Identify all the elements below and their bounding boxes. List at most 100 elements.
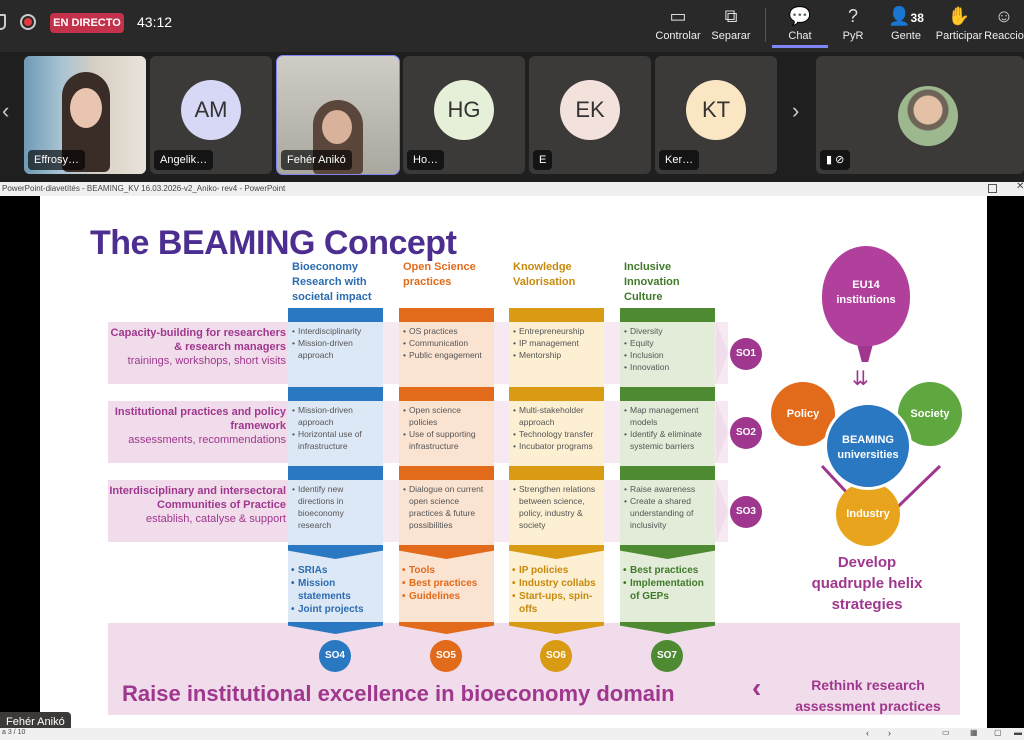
- participant-name: Angelik…: [154, 150, 214, 170]
- result-item: Start-ups, spin-offs: [512, 590, 600, 616]
- ppt-status-bar: a 3 / 10 ‹ › ▭ ▦ ▢ ▬: [0, 728, 1024, 740]
- cell-item: Mission-driven approach: [292, 404, 379, 428]
- popout-icon: ⧉: [724, 6, 738, 26]
- participant-tile[interactable]: HG Ho…: [403, 56, 525, 174]
- chat-icon: 💬: [788, 6, 812, 26]
- control-button[interactable]: ▭ Controlar: [650, 4, 706, 48]
- result-item: Best practices: [623, 564, 711, 577]
- cell-item: Interdisciplinarity: [292, 325, 379, 337]
- cell-item: Multi-stakeholder approach: [513, 404, 600, 428]
- cell-item: Diversity: [624, 325, 711, 337]
- slide-letterbox-left: [0, 196, 40, 728]
- so4-badge: SO4: [319, 640, 351, 672]
- next-slide-button[interactable]: ›: [888, 728, 891, 738]
- column-cell: Raise awarenessCreate a shared understan…: [620, 480, 715, 531]
- reactions-button[interactable]: ☺ Reaccio: [984, 4, 1024, 48]
- raise-hand-icon: ✋: [947, 6, 971, 26]
- participant-tile[interactable]: ▮ ⊘: [816, 56, 1024, 174]
- row-arrow: [716, 401, 728, 463]
- people-button[interactable]: 👤38 Gente: [878, 4, 934, 48]
- column-cell: Strengthen relations between science, po…: [509, 480, 604, 531]
- avatar: KT: [686, 80, 746, 140]
- restore-icon[interactable]: [988, 184, 997, 193]
- result-item: SRIAs: [291, 564, 379, 577]
- column-cell: DiversityEquityInclusionInnovation: [620, 322, 715, 373]
- raise-hand-button[interactable]: ✋ Participar: [931, 4, 987, 48]
- column-header: Open Science practices: [403, 261, 476, 288]
- column-bar: [399, 466, 494, 480]
- row-arrow: [716, 322, 728, 384]
- participant-name: Ho…: [407, 150, 445, 170]
- result-item: Implementation of GEPs: [623, 577, 711, 603]
- participant-name: Effrosy…: [28, 150, 86, 170]
- cell-item: Technology transfer: [513, 428, 600, 440]
- meeting-timer: 43:12: [137, 14, 173, 30]
- column-cell: Dialogue on current open science practic…: [399, 480, 494, 531]
- chevron-right-icon[interactable]: ›: [792, 98, 799, 124]
- so3-badge: SO3: [730, 496, 762, 528]
- qa-button[interactable]: ? PyR: [825, 4, 881, 48]
- row-label: Institutional practices and policy frame…: [114, 406, 286, 446]
- chevron-left-icon[interactable]: ‹: [2, 98, 9, 124]
- screen-control-icon: ▭: [669, 6, 687, 26]
- so6-badge: SO6: [540, 640, 572, 672]
- cell-item: Equity: [624, 337, 711, 349]
- participant-tile[interactable]: KT Ker…: [655, 56, 777, 174]
- column-results: Best practicesImplementation of GEPs: [620, 560, 715, 603]
- column-cell: Mission-driven approachHorizontal use of…: [288, 401, 383, 452]
- reaction-icon: ☺: [994, 6, 1014, 26]
- so1-badge: SO1: [730, 338, 762, 370]
- participant-tile[interactable]: AM Angelik…: [150, 56, 272, 174]
- column-bar: [509, 466, 604, 480]
- row-label: Capacity-building for researchers & rese…: [110, 327, 286, 367]
- people-count: 38: [910, 11, 924, 25]
- cell-item: Communication: [403, 337, 490, 349]
- column-results: ToolsBest practicesGuidelines: [399, 560, 494, 603]
- avatar-photo: [898, 86, 958, 146]
- bottom-right-text: Rethink research assessment practices: [795, 677, 941, 714]
- cell-item: Public engagement: [403, 349, 490, 361]
- cell-item: Horizontal use of infrastructure: [292, 428, 379, 452]
- cell-item: Incubator programs: [513, 440, 600, 452]
- cell-item: Mission-driven approach: [292, 337, 379, 361]
- popout-button[interactable]: ⧉ Separar: [703, 4, 759, 48]
- helix-bottom-circle: Industry: [836, 482, 900, 546]
- cell-item: Mentorship: [513, 349, 600, 361]
- avatar: AM: [181, 80, 241, 140]
- cell-item: Open science policies: [403, 404, 490, 428]
- prev-slide-button[interactable]: ‹: [866, 728, 869, 738]
- participant-tile-active[interactable]: Fehér Anikó: [276, 55, 400, 175]
- cell-item: Innovation: [624, 361, 711, 373]
- down-arrow-icon: ⇊: [852, 368, 869, 390]
- participant-name: E: [533, 150, 553, 170]
- result-item: Industry collabs: [512, 577, 600, 590]
- participant-tile[interactable]: Effrosy…: [24, 56, 146, 174]
- column-bar: [620, 308, 715, 322]
- column-cell: Multi-stakeholder approachTechnology tra…: [509, 401, 604, 452]
- column-cell: Open science policiesUse of supporting i…: [399, 401, 494, 452]
- avatar: EK: [560, 80, 620, 140]
- result-item: Mission statements: [291, 577, 379, 603]
- participant-tile[interactable]: EK E: [529, 56, 651, 174]
- cell-item: Inclusion: [624, 349, 711, 361]
- column-bar: [509, 387, 604, 401]
- meeting-toolbar: EN DIRECTO 43:12 ▭ Controlar ⧉ Separar 💬 Ch…: [0, 0, 1024, 52]
- normal-view-icon[interactable]: ▭: [942, 728, 950, 737]
- so5-badge: SO5: [430, 640, 462, 672]
- slideshow-icon[interactable]: ▬: [1014, 728, 1022, 737]
- slide-canvas: The BEAMING Concept Capacity-building fo…: [40, 196, 987, 728]
- participant-name: Ker…: [659, 150, 700, 170]
- result-item: Best practices: [402, 577, 490, 590]
- chat-button[interactable]: 💬 Chat: [772, 4, 828, 48]
- sorter-view-icon[interactable]: ▦: [970, 728, 978, 737]
- reading-view-icon[interactable]: ▢: [994, 728, 1002, 737]
- column-bar: [620, 387, 715, 401]
- column-bar: [509, 308, 604, 322]
- slide-letterbox-right: [987, 196, 1024, 728]
- cell-item: Entrepreneurship: [513, 325, 600, 337]
- column-bar: [288, 308, 383, 322]
- column-cell: Map management modelsIdentify & eliminat…: [620, 401, 715, 452]
- column-cell: InterdisciplinarityMission-driven approa…: [288, 322, 383, 361]
- close-icon[interactable]: ✕: [1016, 181, 1024, 192]
- column-results: SRIAsMission statementsJoint projects: [288, 560, 383, 616]
